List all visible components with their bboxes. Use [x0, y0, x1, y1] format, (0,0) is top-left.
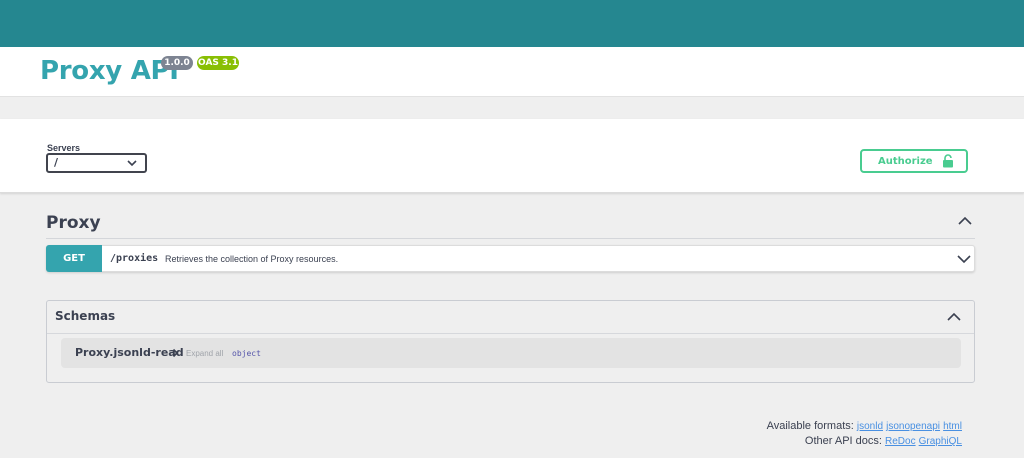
- oas-badge: OAS 3.1: [197, 56, 239, 70]
- unlocked-lock-icon: [943, 154, 953, 168]
- schemas-header[interactable]: Schemas: [47, 301, 974, 334]
- chevron-up-icon[interactable]: [945, 310, 963, 324]
- docs-label: Other API docs:: [804, 435, 882, 447]
- format-link-html[interactable]: html: [943, 421, 962, 432]
- operation-summary: Retrieves the collection of Proxy resour…: [165, 254, 339, 264]
- tag-divider: [46, 238, 975, 239]
- chevron-down-icon[interactable]: [956, 252, 972, 266]
- info-header: Proxy API 1.0.0 OAS 3.1: [0, 47, 1024, 97]
- chevron-right-icon[interactable]: [172, 348, 179, 358]
- schemas-title: Schemas: [55, 309, 116, 323]
- schema-name[interactable]: Proxy.jsonld-read: [75, 346, 184, 359]
- operation-get-proxies[interactable]: GET /proxies Retrieves the collection of…: [46, 245, 975, 272]
- authorize-label: Authorize: [878, 156, 933, 167]
- formats-label: Available formats:: [766, 420, 854, 432]
- expand-all-button[interactable]: Expand all: [186, 349, 223, 358]
- schema-item[interactable]: Proxy.jsonld-read Expand all object: [61, 338, 961, 368]
- version-badge: 1.0.0: [161, 56, 193, 70]
- chevron-up-icon[interactable]: [956, 214, 974, 228]
- schemas-section: Schemas Proxy.jsonld-read Expand all obj…: [46, 300, 975, 383]
- schema-type: object: [232, 349, 261, 358]
- chevron-down-icon: [127, 160, 137, 167]
- servers-selected-value: /: [54, 156, 59, 169]
- other-api-docs: Other API docs: ReDoc GraphiQL: [767, 434, 962, 449]
- docs-link-redoc[interactable]: ReDoc: [885, 436, 916, 447]
- format-link-jsonopenapi[interactable]: jsonopenapi: [886, 421, 940, 432]
- footer: Available formats: jsonld jsonopenapi ht…: [767, 419, 962, 449]
- available-formats: Available formats: jsonld jsonopenapi ht…: [767, 419, 962, 434]
- scheme-container: Servers / Authorize: [0, 119, 1024, 193]
- docs-link-graphiql[interactable]: GraphiQL: [919, 436, 962, 447]
- servers-select[interactable]: /: [46, 153, 147, 173]
- tag-title[interactable]: Proxy: [46, 213, 101, 233]
- format-link-jsonld[interactable]: jsonld: [857, 421, 883, 432]
- servers-label: Servers: [47, 143, 81, 153]
- method-badge: GET: [46, 245, 102, 272]
- operation-path: /proxies: [110, 253, 159, 264]
- authorize-button[interactable]: Authorize: [860, 149, 968, 173]
- api-title: Proxy API: [40, 56, 179, 86]
- top-bar: [0, 0, 1024, 47]
